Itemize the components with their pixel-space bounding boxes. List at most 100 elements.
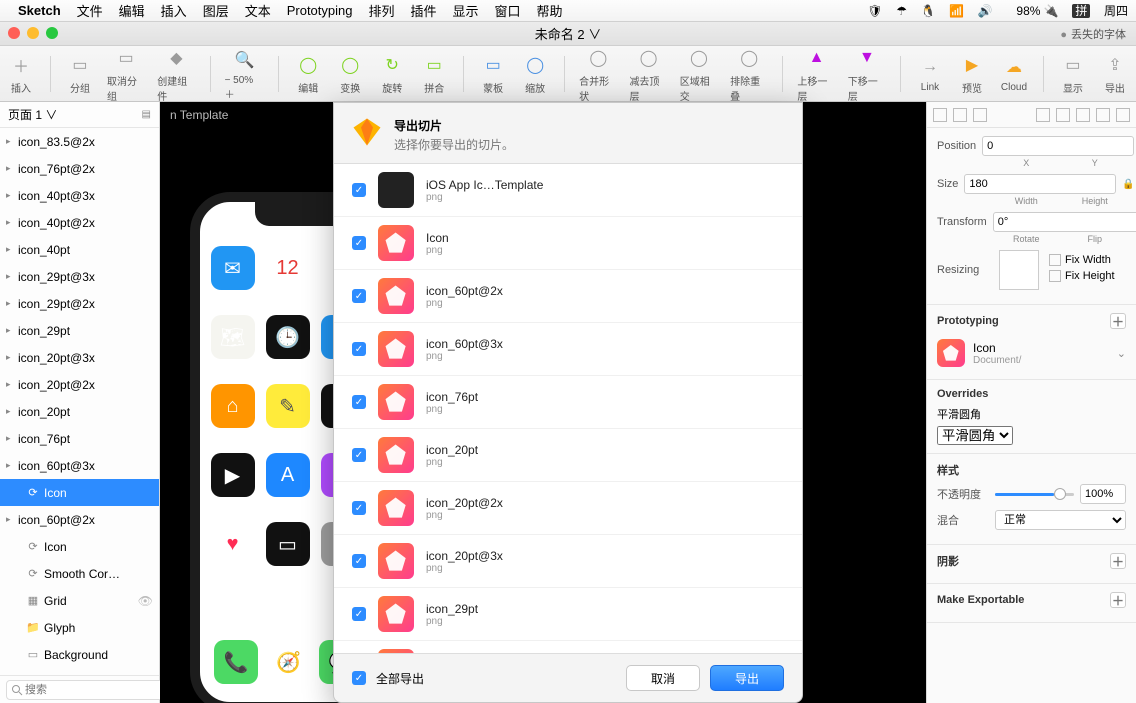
menu-text[interactable]: 文本 xyxy=(245,1,271,20)
export-item-icon_29pt[interactable]: ✓ icon_29ptpng xyxy=(334,588,802,641)
search-input[interactable] xyxy=(6,680,186,700)
close-window-button[interactable] xyxy=(8,27,20,39)
fix-width-checkbox[interactable] xyxy=(1049,254,1061,266)
lock-icon[interactable]: 🔒 xyxy=(1122,179,1134,190)
tool-取消分组[interactable]: ▭取消分组 xyxy=(107,45,145,103)
date-status[interactable]: 周四 xyxy=(1104,4,1128,18)
missing-fonts-badge[interactable]: 丢失的字体 xyxy=(1060,26,1126,42)
export-item-icon_20pt@2x[interactable]: ✓ icon_20pt@2xpng xyxy=(334,482,802,535)
tool-旋转[interactable]: ↻旋转 xyxy=(377,52,407,95)
tool-分组[interactable]: ▭分组 xyxy=(65,52,95,95)
tool-减去顶层[interactable]: ◯减去顶层 xyxy=(629,45,667,103)
symbol-source[interactable]: Icon Document/ ⌄ xyxy=(937,335,1126,371)
export-item-icon_60pt@2x[interactable]: ✓ icon_60pt@2xpng xyxy=(334,270,802,323)
ime-status[interactable]: 拼 xyxy=(1072,4,1090,18)
export-item-checkbox[interactable]: ✓ xyxy=(352,448,366,462)
export-item-checkbox[interactable]: ✓ xyxy=(352,607,366,621)
volume-icon[interactable]: 🔊 xyxy=(978,4,993,18)
export-item-checkbox[interactable]: ✓ xyxy=(352,236,366,250)
opacity-slider[interactable] xyxy=(995,493,1074,496)
distribute-h-icon[interactable] xyxy=(1096,108,1110,122)
layer-Icon[interactable]: ⟳Icon xyxy=(0,479,159,506)
export-item-icon_29pt@2x[interactable]: ✓ icon_29pt@2xpng xyxy=(334,641,802,654)
menu-edit[interactable]: 编辑 xyxy=(119,1,145,20)
pages-collapse-icon[interactable]: ▤ xyxy=(142,109,151,120)
menu-file[interactable]: 文件 xyxy=(77,1,103,20)
layer-Grid[interactable]: ▦Grid👁 xyxy=(0,587,159,614)
tool-编辑[interactable]: ◯编辑 xyxy=(293,52,323,95)
export-all-checkbox[interactable]: ✓ xyxy=(352,671,366,685)
layer-Glyph[interactable]: 📁Glyph xyxy=(0,614,159,641)
layer-icon_29pt[interactable]: ▸icon_29pt xyxy=(0,317,159,344)
umbrella-icon[interactable]: ☂ xyxy=(896,4,907,18)
menu-plugins[interactable]: 插件 xyxy=(411,1,437,20)
export-item-icon_76pt[interactable]: ✓ icon_76ptpng xyxy=(334,376,802,429)
export-button[interactable]: 导出 xyxy=(710,665,784,691)
layer-icon_20pt@2x[interactable]: ▸icon_20pt@2x xyxy=(0,371,159,398)
layer-icon_76pt[interactable]: ▸icon_76pt xyxy=(0,425,159,452)
layer-icon_20pt@3x[interactable]: ▸icon_20pt@3x xyxy=(0,344,159,371)
opacity-input[interactable] xyxy=(1080,484,1126,504)
layer-icon_40pt[interactable]: ▸icon_40pt xyxy=(0,236,159,263)
tool-拼合[interactable]: ▭拼合 xyxy=(419,52,449,95)
cancel-button[interactable]: 取消 xyxy=(626,665,700,691)
add-shadow-button[interactable]: ＋ xyxy=(1110,553,1126,569)
layer-Background[interactable]: ▭Background xyxy=(0,641,159,668)
tool-创建组件[interactable]: ◆创建组件 xyxy=(157,45,195,103)
tool-插入[interactable]: ＋插入 xyxy=(6,52,36,95)
align-right-icon[interactable] xyxy=(973,108,987,122)
add-export-button[interactable]: ＋ xyxy=(1110,592,1126,608)
layer-icon_60pt@3x[interactable]: ▸icon_60pt@3x xyxy=(0,452,159,479)
minimize-window-button[interactable] xyxy=(27,27,39,39)
document-title[interactable]: 未命名 2 ∨ xyxy=(535,24,601,43)
tool-导出[interactable]: ⇪导出 xyxy=(1100,52,1130,95)
export-item-checkbox[interactable]: ✓ xyxy=(352,183,366,197)
menu-arrange[interactable]: 排列 xyxy=(368,1,394,20)
override-select[interactable]: 平滑圆角 xyxy=(937,426,1013,445)
add-prototype-button[interactable]: ＋ xyxy=(1110,313,1126,329)
width-input[interactable] xyxy=(964,174,1116,194)
export-item-checkbox[interactable]: ✓ xyxy=(352,501,366,515)
rotate-input[interactable] xyxy=(993,212,1136,232)
align-middle-icon[interactable] xyxy=(1056,108,1070,122)
menu-prototyping[interactable]: Prototyping xyxy=(287,3,353,18)
align-bottom-icon[interactable] xyxy=(1076,108,1090,122)
tool-50%[interactable]: 🔍− 50% ＋ xyxy=(225,47,265,101)
blend-select[interactable]: 正常 xyxy=(995,510,1126,530)
pages-header[interactable]: 页面 1 ∨ ▤ xyxy=(0,102,159,128)
tool-Cloud[interactable]: ☁Cloud xyxy=(999,54,1029,93)
layer-icon_29pt@2x[interactable]: ▸icon_29pt@2x xyxy=(0,290,159,317)
qq-icon[interactable]: 🐧 xyxy=(921,4,936,18)
tool-上移一层[interactable]: ▲上移一层 xyxy=(797,45,835,103)
wifi-icon[interactable]: 📶 xyxy=(949,4,964,18)
tool-合并形状[interactable]: ◯合并形状 xyxy=(579,45,617,103)
export-list[interactable]: ✓ iOS App Ic…Templatepng✓ Iconpng✓ icon_… xyxy=(334,163,802,654)
layer-icon_60pt@2x[interactable]: ▸icon_60pt@2x xyxy=(0,506,159,533)
export-item-Icon[interactable]: ✓ Iconpng xyxy=(334,217,802,270)
zoom-window-button[interactable] xyxy=(46,27,58,39)
tool-Link[interactable]: →Link xyxy=(915,54,945,93)
layer-icon_83.5@2x[interactable]: ▸icon_83.5@2x xyxy=(0,128,159,155)
battery-status[interactable]: 98% 🔌 xyxy=(1006,4,1058,18)
align-left-icon[interactable] xyxy=(933,108,947,122)
export-item-checkbox[interactable]: ✓ xyxy=(352,342,366,356)
tool-缩放[interactable]: ◯缩放 xyxy=(520,52,550,95)
layer-icon_76pt@2x[interactable]: ▸icon_76pt@2x xyxy=(0,155,159,182)
layer-icon_40pt@3x[interactable]: ▸icon_40pt@3x xyxy=(0,182,159,209)
distribute-v-icon[interactable] xyxy=(1116,108,1130,122)
export-item-checkbox[interactable]: ✓ xyxy=(352,289,366,303)
tool-排除重叠[interactable]: ◯排除重叠 xyxy=(730,45,768,103)
layer-Icon[interactable]: ⟳Icon xyxy=(0,533,159,560)
align-center-icon[interactable] xyxy=(953,108,967,122)
export-item-checkbox[interactable]: ✓ xyxy=(352,395,366,409)
export-item-icon_20pt[interactable]: ✓ icon_20ptpng xyxy=(334,429,802,482)
tool-下移一层[interactable]: ▼下移一层 xyxy=(848,45,886,103)
chevron-down-icon[interactable]: ⌄ xyxy=(1117,347,1126,360)
app-menu[interactable]: Sketch xyxy=(18,3,61,18)
layer-icon_29pt@3x[interactable]: ▸icon_29pt@3x xyxy=(0,263,159,290)
resizing-control[interactable] xyxy=(999,250,1039,290)
menu-view[interactable]: 显示 xyxy=(453,1,479,20)
layer-icon_20pt[interactable]: ▸icon_20pt xyxy=(0,398,159,425)
x-input[interactable] xyxy=(982,136,1134,156)
export-item-icon_20pt@3x[interactable]: ✓ icon_20pt@3xpng xyxy=(334,535,802,588)
